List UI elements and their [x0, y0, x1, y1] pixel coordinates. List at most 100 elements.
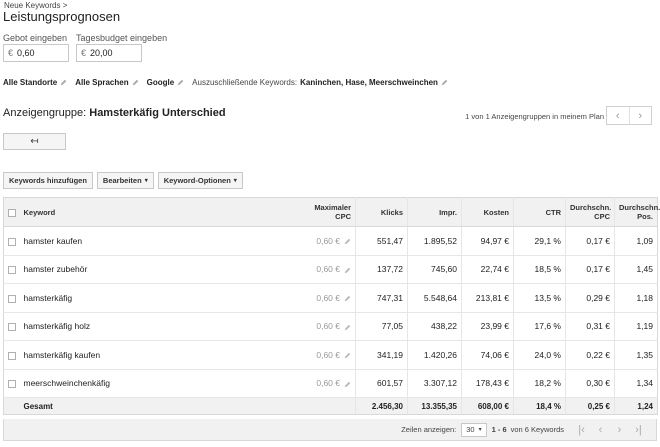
cost-cell: 213,81 €: [461, 283, 514, 313]
pencil-icon[interactable]: [344, 352, 351, 359]
next-page-button[interactable]: ›: [610, 424, 629, 436]
impr-cell: 5.548,64: [407, 283, 462, 313]
keyword-cell: hamsterkäfig holz: [19, 312, 298, 341]
filter-network[interactable]: Google: [147, 78, 185, 87]
col-impr[interactable]: Impr.: [407, 197, 462, 227]
avg-cpc-cell: 0,22 €: [565, 340, 615, 370]
table-row[interactable]: hamsterkäfig kaufen 0,60 € 341,19 1.420,26 7…: [3, 340, 658, 370]
col-avg-cpc-line2: CPC: [594, 212, 610, 221]
total-cost: 608,00 €: [461, 397, 514, 415]
edit-button[interactable]: Bearbeiten ▾: [96, 172, 154, 189]
filter-negatives[interactable]: Auszuschließende Keywords: Kaninchen, Ha…: [192, 78, 448, 87]
clicks-cell: 341,19: [355, 340, 408, 370]
col-avg-cpc-line1: Durchschn.: [570, 203, 612, 212]
table-row[interactable]: hamsterkäfig 0,60 € 747,31 5.548,64 213,81 €…: [3, 283, 658, 313]
row-checkbox[interactable]: [8, 266, 16, 274]
pencil-icon[interactable]: [132, 79, 139, 86]
total-impr: 13.355,35: [407, 397, 462, 415]
max-cpc-value: 0,60 €: [316, 321, 340, 332]
row-select-cell: [3, 312, 20, 341]
clicks-cell: 747,31: [355, 283, 408, 313]
total-avg-cpc: 0,25 €: [565, 397, 615, 415]
col-avg-pos-line2: Pos.: [637, 212, 653, 221]
ctr-cell: 18,5 %: [513, 255, 566, 284]
next-adgroup-button[interactable]: ›: [628, 107, 652, 124]
budget-currency: €: [81, 48, 87, 58]
pencil-icon[interactable]: [177, 79, 184, 86]
max-cpc-cell[interactable]: 0,60 €: [297, 312, 356, 341]
row-checkbox[interactable]: [8, 380, 16, 388]
first-page-button[interactable]: |‹: [572, 424, 591, 436]
pencil-icon[interactable]: [344, 381, 351, 388]
table-pagination: |‹ ‹ › ›|: [572, 424, 648, 436]
col-max-cpc[interactable]: Maximaler CPC: [297, 197, 356, 227]
row-checkbox[interactable]: [8, 351, 16, 360]
row-select-cell: [3, 369, 20, 398]
col-avg-pos[interactable]: Durchschn. Pos.: [614, 197, 660, 227]
keyword-options-button[interactable]: Keyword-Optionen ▾: [157, 172, 243, 189]
budget-field[interactable]: €: [76, 44, 151, 62]
range-indicator: 1 - 6: [491, 425, 507, 434]
impr-cell: 745,60: [407, 255, 462, 284]
filter-network-label: Google: [146, 78, 175, 87]
row-checkbox[interactable]: [8, 237, 16, 246]
max-cpc-value: 0,60 €: [316, 292, 340, 303]
add-keywords-button[interactable]: Keywords hinzufügen: [3, 172, 93, 189]
max-cpc-value: 0,60 €: [316, 349, 340, 360]
max-cpc-cell[interactable]: 0,60 €: [297, 283, 356, 313]
avg-pos-cell: 1,34: [614, 369, 658, 398]
keyword-options-label: Keyword-Optionen: [163, 176, 231, 185]
filter-locations[interactable]: Alle Standorte: [3, 78, 67, 87]
select-all-checkbox[interactable]: [8, 208, 16, 217]
col-max-cpc-line2: CPC: [335, 212, 351, 221]
pencil-icon[interactable]: [344, 324, 351, 331]
total-avg-pos: 1,24: [614, 397, 658, 415]
col-cost[interactable]: Kosten: [461, 197, 514, 227]
bid-field[interactable]: €: [3, 44, 78, 62]
filter-languages[interactable]: Alle Sprachen: [75, 78, 138, 87]
row-checkbox[interactable]: [8, 323, 16, 331]
pencil-icon[interactable]: [344, 267, 351, 274]
max-cpc-cell[interactable]: 0,60 €: [297, 340, 356, 370]
total-max-cpc: [297, 397, 356, 415]
pencil-icon[interactable]: [441, 79, 448, 86]
last-page-button[interactable]: ›|: [629, 424, 648, 436]
budget-input[interactable]: [90, 48, 151, 58]
adgroup-heading: Anzeigengruppe: Hamsterkäfig Unterschied: [3, 107, 226, 119]
max-cpc-cell[interactable]: 0,60 €: [297, 369, 356, 398]
col-ctr[interactable]: CTR: [513, 197, 566, 227]
max-cpc-cell[interactable]: 0,60 €: [297, 226, 356, 256]
table-row[interactable]: meerschweinchenkäfig 0,60 € 601,57 3.307,12…: [3, 369, 658, 398]
impr-cell: 438,22: [407, 312, 462, 341]
pencil-icon[interactable]: [344, 295, 351, 302]
clicks-cell: 551,47: [355, 226, 408, 256]
max-cpc-value: 0,60 €: [316, 378, 340, 389]
prev-adgroup-button[interactable]: ‹: [607, 107, 629, 124]
pencil-icon[interactable]: [60, 79, 67, 86]
table-footer: Zeilen anzeigen: 30 ▾ 1 - 6 von 6 Keywor…: [3, 419, 657, 441]
back-button[interactable]: ↤: [3, 133, 66, 150]
col-avg-cpc[interactable]: Durchschn. CPC: [565, 197, 615, 227]
col-keyword[interactable]: Keyword: [19, 197, 298, 227]
adgroup-pager-info: 1 von 1 Anzeigengruppen in meinem Plan: [465, 112, 604, 121]
prev-page-button[interactable]: ‹: [591, 424, 610, 436]
table-row[interactable]: hamster kaufen 0,60 € 551,47 1.895,52 94,97 …: [3, 226, 658, 256]
bid-input[interactable]: [17, 48, 78, 58]
table-row[interactable]: hamster zubehör 0,60 € 137,72 745,60 22,74 €…: [3, 255, 658, 284]
select-all-cell: [3, 197, 20, 227]
impr-cell: 1.895,52: [407, 226, 462, 256]
clicks-cell: 137,72: [355, 255, 408, 284]
row-checkbox[interactable]: [8, 294, 16, 303]
col-max-cpc-line1: Maximaler: [314, 203, 351, 212]
pencil-icon[interactable]: [344, 238, 351, 245]
filter-negatives-value: Kaninchen, Hase, Meerschweinchen: [300, 78, 438, 87]
cost-cell: 22,74 €: [461, 255, 514, 284]
col-clicks[interactable]: Klicks: [355, 197, 408, 227]
rows-per-page-select[interactable]: 30 ▾: [461, 422, 487, 437]
max-cpc-cell[interactable]: 0,60 €: [297, 255, 356, 284]
keyword-cell: hamster zubehör: [19, 255, 298, 284]
cost-cell: 23,99 €: [461, 312, 514, 341]
adgroup-pager: ‹ ›: [606, 106, 652, 125]
total-clicks: 2.456,30: [355, 397, 408, 415]
table-row[interactable]: hamsterkäfig holz 0,60 € 77,05 438,22 23,99 …: [3, 312, 658, 341]
